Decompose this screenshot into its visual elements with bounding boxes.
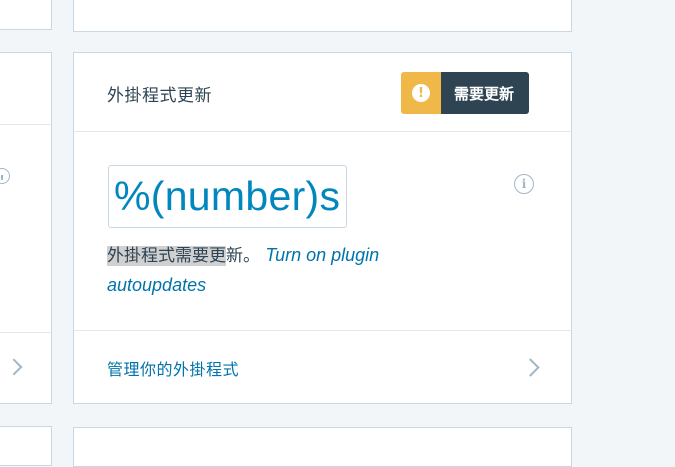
exclamation-icon: ! [412, 84, 430, 102]
manage-plugins-link[interactable]: 管理你的外掛程式 [107, 356, 239, 380]
badge-label: 需要更新 [441, 72, 530, 114]
info-icon[interactable]: i [514, 174, 534, 194]
description-highlighted-text: 外掛程式需要更 [107, 246, 226, 266]
update-count: %(number)s [108, 165, 348, 228]
left-card-footer-divider [0, 332, 51, 333]
badge-icon-container: ! [401, 72, 441, 114]
left-card-top [0, 0, 52, 30]
chevron-right-icon [521, 358, 540, 377]
left-card [0, 52, 52, 404]
left-card-header-divider [0, 124, 51, 125]
top-card [73, 0, 572, 32]
left-chevron-right-icon[interactable] [5, 358, 23, 376]
plugin-updates-card: 外掛程式更新 ! 需要更新 %(number)s i 外掛程式需要更新。 Tur… [73, 52, 572, 404]
left-card-bottom [0, 426, 52, 466]
card-title: 外掛程式更新 [107, 86, 212, 106]
update-required-badge: ! 需要更新 [401, 72, 530, 114]
card-description: 外掛程式需要更新。 Turn on plugin autoupdates [107, 241, 397, 301]
description-text: 新。 [226, 246, 260, 266]
card-header: 外掛程式更新 ! 需要更新 [74, 53, 571, 132]
bottom-card [73, 427, 572, 467]
left-info-icon[interactable] [0, 168, 10, 184]
card-footer[interactable]: 管理你的外掛程式 [74, 330, 571, 403]
